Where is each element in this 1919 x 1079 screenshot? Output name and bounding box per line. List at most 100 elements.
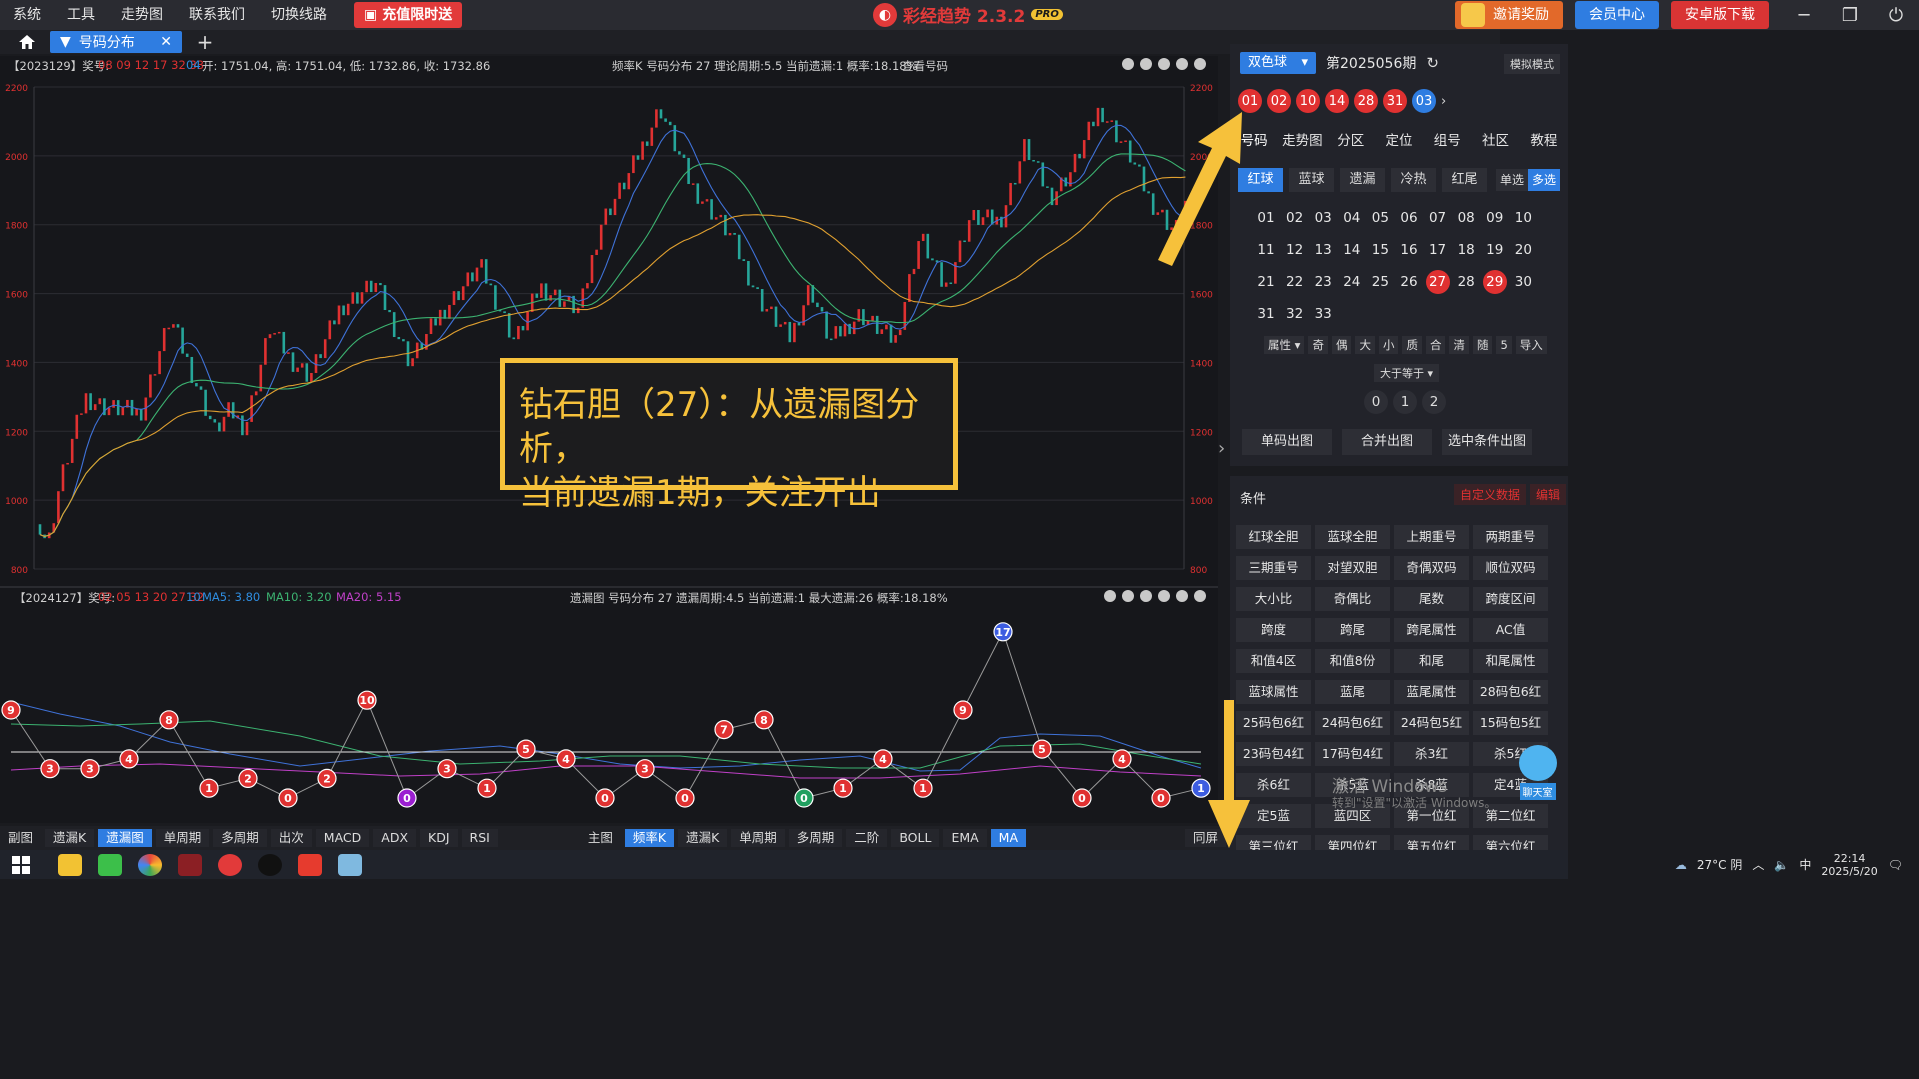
notepad-icon[interactable] [338,853,362,876]
attribute-filter[interactable]: 5 [1496,336,1512,354]
number-ball-04[interactable]: 04 [1340,206,1364,230]
main-indicator-多周期[interactable]: 多周期 [788,829,843,847]
condition-button[interactable]: 28码包6红 [1473,680,1548,704]
number-ball-19[interactable]: 19 [1483,238,1507,262]
zoom-out-icon[interactable] [1140,58,1152,70]
custom-data-button[interactable]: 自定义数据 [1454,484,1527,505]
condition-button[interactable]: 蓝尾 [1315,680,1390,704]
indicator-kdj[interactable]: KDJ [420,829,458,847]
number-ball-30[interactable]: 30 [1511,270,1535,294]
clock[interactable]: 22:14 2025/5/20 [1821,852,1877,878]
count-option[interactable]: 0 [1364,390,1388,414]
lottery-app-icon[interactable] [218,853,242,876]
condition-button[interactable]: 奇偶比 [1315,587,1390,611]
lottery-select[interactable]: 双色球 ▾ [1240,52,1316,74]
notification-icon[interactable]: 🗨 [1888,858,1903,872]
view-numbers-link[interactable]: 查看号码 [902,58,948,74]
attribute-filter[interactable]: 清 [1449,336,1469,354]
minimize-icon[interactable]: ─ [1791,2,1817,28]
sub-tab[interactable]: 冷热 [1391,168,1436,192]
chart-output-button[interactable]: 合并出图 [1342,429,1432,455]
menu-switch-line[interactable]: 切换线路 [258,0,340,30]
wechat-icon[interactable] [98,853,122,876]
zoom-out-icon[interactable] [1122,590,1134,602]
condition-button[interactable]: 跨尾属性 [1394,618,1469,642]
app-icon[interactable] [178,853,202,876]
indicator-单周期[interactable]: 单周期 [155,829,210,847]
count-option[interactable]: 1 [1393,390,1417,414]
power-icon[interactable]: ⏻ [1883,2,1909,28]
number-ball-16[interactable]: 16 [1397,238,1421,262]
condition-button[interactable]: 红球全胆 [1236,525,1311,549]
condition-button[interactable]: 蓝尾属性 [1394,680,1469,704]
number-ball-10[interactable]: 10 [1511,206,1535,230]
condition-button[interactable]: 大小比 [1236,587,1311,611]
attribute-filter[interactable]: 导入 [1515,336,1547,354]
panel-tab[interactable]: 分区 [1327,128,1375,154]
number-ball-33[interactable]: 33 [1311,302,1335,326]
number-ball-01[interactable]: 01 [1254,206,1278,230]
condition-button[interactable]: AC值 [1473,618,1548,642]
number-ball-18[interactable]: 18 [1454,238,1478,262]
number-ball-03[interactable]: 03 [1311,206,1335,230]
number-ball-20[interactable]: 20 [1511,238,1535,262]
restore-icon[interactable]: ❐ [1837,2,1863,28]
settings-icon[interactable] [1122,58,1134,70]
multi-select-button[interactable]: 多选 [1528,169,1560,191]
indicator-macd[interactable]: MACD [315,829,370,847]
down-icon[interactable] [1176,58,1188,70]
condition-button[interactable]: 两期重号 [1473,525,1548,549]
gear-icon[interactable] [1176,590,1188,602]
attribute-filter[interactable]: 小 [1378,336,1399,354]
condition-button[interactable]: 跨度区间 [1473,587,1548,611]
invite-button[interactable]: 邀请奖励 [1455,1,1563,29]
condition-button[interactable]: 24码包5红 [1394,711,1469,735]
number-ball-21[interactable]: 21 [1254,270,1278,294]
attribute-filter[interactable]: 大 [1355,336,1375,354]
condition-button[interactable]: 跨尾 [1315,618,1390,642]
panel-tab[interactable]: 教程 [1520,128,1568,154]
number-ball-23[interactable]: 23 [1311,270,1335,294]
number-ball-08[interactable]: 08 [1454,206,1478,230]
chart-output-button[interactable]: 单码出图 [1242,429,1332,455]
main-indicator-遗漏k[interactable]: 遗漏K [678,829,728,847]
main-indicator-ma[interactable]: MA [990,829,1027,847]
number-ball-06[interactable]: 06 [1397,206,1421,230]
close-icon[interactable]: ✕ [160,34,172,50]
main-indicator-ema[interactable]: EMA [943,829,987,847]
promo-button[interactable]: ▣ 充值限时送 [354,2,463,28]
menu-trend[interactable]: 走势图 [108,0,176,30]
qq-icon[interactable] [258,853,282,876]
chevron-right-icon[interactable]: › [1218,438,1225,459]
condition-button[interactable]: 杀3红 [1394,742,1469,766]
sub-tab[interactable]: 遗漏 [1340,168,1385,192]
up-icon[interactable] [1158,58,1170,70]
condition-button[interactable]: 17码包4红 [1315,742,1390,766]
attribute-filter[interactable]: 质 [1402,336,1422,354]
member-center-button[interactable]: 会员中心 [1575,1,1659,29]
indicator-rsi[interactable]: RSI [461,829,498,847]
simulation-mode-button[interactable]: 模拟模式 [1504,54,1560,74]
condition-button[interactable]: 和值8份 [1315,649,1390,673]
home-icon[interactable] [12,31,42,53]
indicator-遗漏k[interactable]: 遗漏K [45,829,95,847]
ime-indicator[interactable]: 中 [1799,856,1811,873]
number-ball-11[interactable]: 11 [1254,238,1278,262]
menu-system[interactable]: 系统 [0,0,54,30]
condition-button[interactable]: 蓝球全胆 [1315,525,1390,549]
main-indicator-boll[interactable]: BOLL [891,829,940,847]
down-icon[interactable] [1158,590,1170,602]
chat-room-button[interactable]: 聊天室 [1515,745,1560,800]
attribute-filter[interactable]: 奇 [1308,336,1328,354]
file-explorer-icon[interactable] [58,853,82,876]
compare-select[interactable]: 大于等于 ▾ [1374,364,1440,382]
single-select-button[interactable]: 单选 [1496,169,1528,191]
number-ball-02[interactable]: 02 [1283,206,1307,230]
up-icon[interactable] [1140,590,1152,602]
edit-button[interactable]: 编辑 [1530,484,1567,505]
menu-contact[interactable]: 联系我们 [176,0,258,30]
weather-text[interactable]: 27°C 阴 [1697,856,1742,873]
number-ball-14[interactable]: 14 [1340,238,1364,262]
refresh-icon[interactable]: ↻ [1426,54,1439,72]
number-ball-12[interactable]: 12 [1283,238,1307,262]
